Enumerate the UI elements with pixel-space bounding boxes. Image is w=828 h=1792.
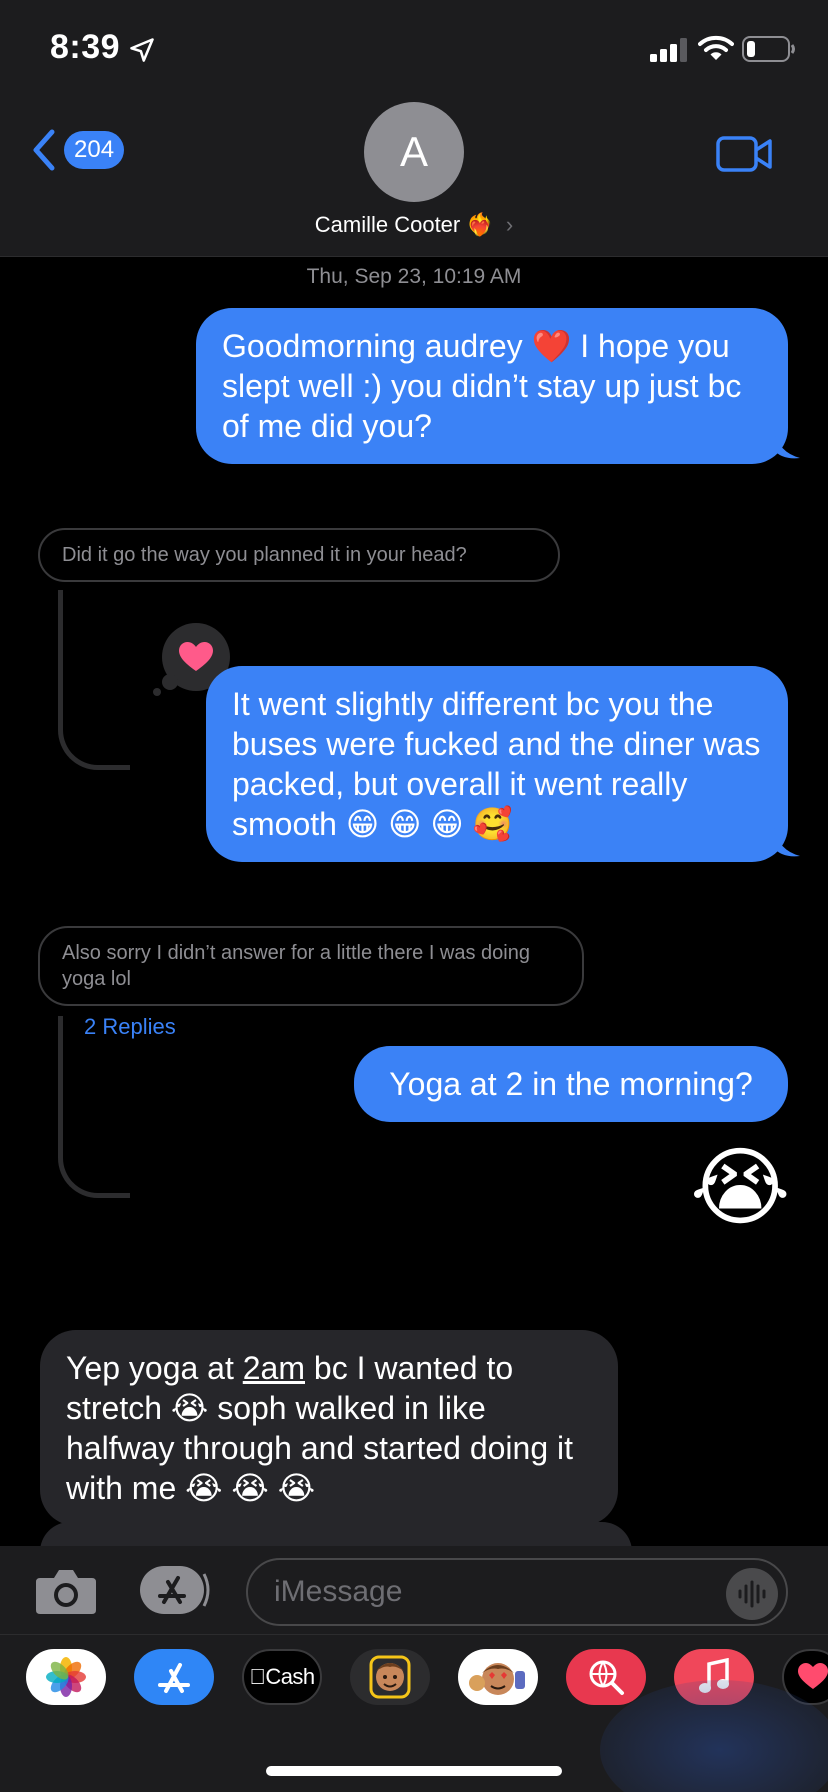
contact-name-button[interactable]: Camille Cooter ❤️‍🔥 ›	[0, 212, 828, 238]
chevron-left-icon	[33, 129, 55, 171]
memoji-face-icon	[369, 1655, 411, 1699]
reply-quote-bubble[interactable]: Did it go the way you planned it in your…	[38, 528, 560, 582]
bubble-tail	[774, 828, 800, 857]
camera-icon[interactable]	[34, 1566, 98, 1616]
web-images-app-icon[interactable]	[566, 1649, 646, 1705]
contact-avatar[interactable]: A	[364, 102, 464, 202]
emoji-message[interactable]: 😭	[690, 1140, 791, 1236]
tapback-tail-dot	[162, 674, 178, 690]
replies-link[interactable]: 2 Replies	[84, 1014, 176, 1040]
chevron-right-icon: ›	[505, 212, 514, 237]
globe-search-icon	[589, 1660, 624, 1695]
thread-line	[58, 1016, 130, 1198]
cellular-signal-icon	[650, 38, 687, 62]
bubble-tail	[774, 430, 800, 459]
outgoing-message-bubble[interactable]: Yoga at 2 in the morning?	[354, 1046, 788, 1122]
thread-line	[58, 590, 130, 770]
contact-name: Camille Cooter	[314, 212, 461, 237]
memoji-stickers-app-icon[interactable]	[458, 1649, 538, 1705]
unread-count-badge: 204	[64, 131, 125, 169]
contact-name-emoji: ❤️‍🔥	[466, 212, 494, 237]
waveform-icon	[738, 1580, 766, 1608]
home-indicator[interactable]	[266, 1766, 562, 1776]
app-store-icon[interactable]	[138, 1564, 214, 1616]
photos-app-icon[interactable]	[26, 1649, 106, 1705]
outgoing-message-bubble[interactable]: It went slightly different bc you the bu…	[206, 666, 788, 862]
cash-label: 	[249, 1664, 266, 1690]
message-timestamp: Thu, Sep 23, 10:19 AM	[306, 265, 522, 288]
app-store-a-icon	[158, 1663, 190, 1693]
app-store-app-icon[interactable]	[134, 1649, 214, 1705]
memoji-app-icon[interactable]	[350, 1649, 430, 1705]
tapback-tail-dot	[153, 688, 161, 696]
imessage-input[interactable]	[274, 1560, 694, 1624]
back-button[interactable]: 204	[30, 128, 125, 172]
wifi-icon	[698, 35, 734, 60]
digital-touch-heart-icon	[798, 1663, 828, 1689]
audio-message-button[interactable]	[726, 1568, 778, 1620]
status-bar: 8:39	[0, 0, 828, 100]
photos-flower-icon	[46, 1657, 86, 1697]
outgoing-message-bubble[interactable]: Goodmorning audrey ❤️ I hope you slept w…	[196, 308, 788, 464]
message-field-container	[246, 1558, 788, 1626]
video-camera-icon[interactable]	[716, 134, 774, 174]
message-input-bar	[0, 1546, 828, 1634]
apple-cash-app-icon[interactable]: Cash	[242, 1649, 322, 1705]
status-time: 8:39	[50, 28, 121, 66]
conversation-header: 204 A Camille Cooter ❤️‍🔥 ›	[0, 100, 828, 257]
heart-icon	[179, 642, 213, 671]
message-text: Yep yoga at	[66, 1350, 243, 1386]
reply-quote-bubble[interactable]: Also sorry I didn’t answer for a little …	[38, 926, 584, 1006]
incoming-message-bubble[interactable]: Yep yoga at 2am bc I wanted to stretch 😭…	[40, 1330, 618, 1526]
time-link[interactable]: 2am	[243, 1350, 305, 1386]
battery-icon	[742, 36, 795, 62]
location-arrow-icon	[130, 38, 154, 62]
cash-label: Cash	[257, 1664, 315, 1689]
memoji-stickers-icon	[469, 1663, 525, 1695]
